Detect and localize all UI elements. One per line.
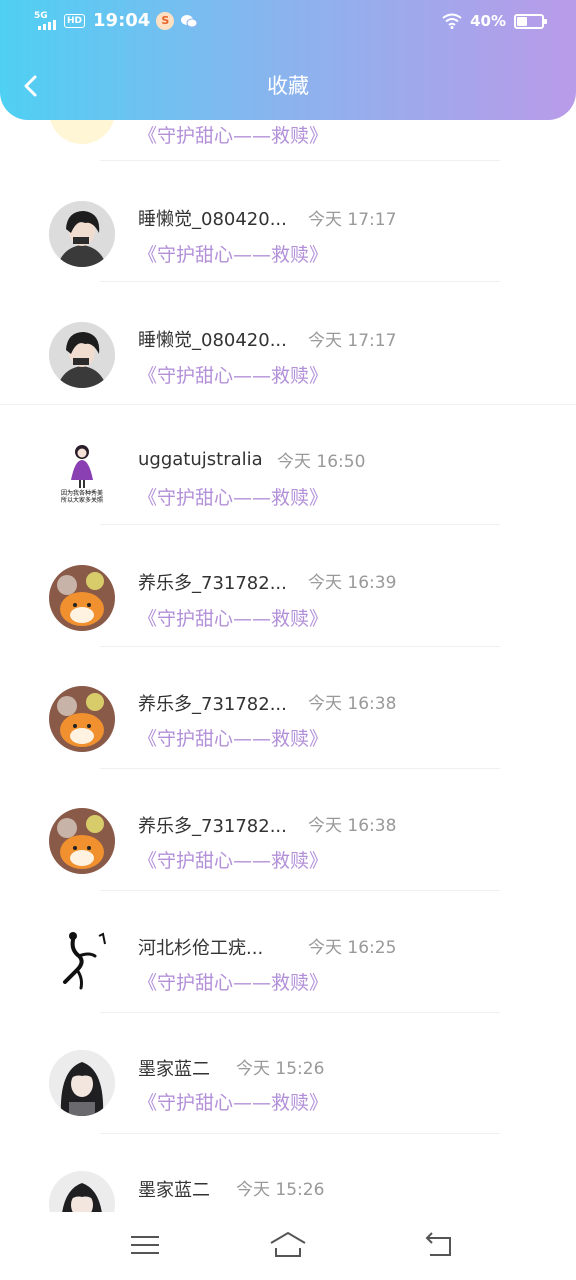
item-time: 今天 16:25 <box>308 938 397 958</box>
item-time: 今天 16:38 <box>308 816 397 836</box>
avatar <box>49 930 115 996</box>
item-username: 睡懒觉_080420... <box>138 209 287 230</box>
item-username: 墨家蓝二 <box>138 1059 210 1080</box>
list-item[interactable]: 墨家蓝二 今天 15:26 <box>0 1134 576 1212</box>
avatar <box>49 1171 115 1212</box>
hd-icon: HD <box>64 13 86 28</box>
list-item[interactable]: 墨家蓝二 今天 15:26 《守护甜心——救赎》 <box>0 1013 576 1134</box>
avatar <box>49 565 115 631</box>
avatar <box>49 1050 115 1116</box>
item-subtitle[interactable]: 《守护甜心——救赎》 <box>138 1088 328 1115</box>
item-subtitle[interactable]: 《守护甜心——救赎》 <box>138 968 328 995</box>
clock: 19:04 <box>93 10 151 31</box>
item-username: 养乐多_731782... <box>138 816 287 837</box>
item-username: 墨家蓝二 <box>138 1180 210 1201</box>
list-item[interactable]: 养乐多_731782... 今天 16:39 《守护甜心——救赎》 <box>0 525 576 647</box>
item-subtitle[interactable]: 《守护甜心——救赎》 <box>138 361 328 388</box>
item-username: 养乐多_731782... <box>138 573 287 594</box>
favorites-list[interactable]: 《守护甜心——救赎》 睡懒觉_080420... 今天 17:17 《守护甜心—… <box>0 0 576 1212</box>
item-time: 今天 17:17 <box>308 331 397 351</box>
app-notification-icon: S <box>156 11 175 30</box>
list-item[interactable]: 睡懒觉_080420... 今天 17:17 《守护甜心——救赎》 <box>0 161 576 282</box>
avatar <box>49 201 115 267</box>
signal-icon: 5G <box>34 11 58 30</box>
wechat-icon <box>181 14 198 27</box>
item-time: 今天 16:38 <box>308 694 397 714</box>
item-time: 今天 17:17 <box>308 210 397 230</box>
item-subtitle[interactable]: 《守护甜心——救赎》 <box>138 604 328 631</box>
system-navigation-bar <box>0 1212 576 1280</box>
item-time: 今天 15:26 <box>236 1180 325 1200</box>
item-username: uggatujstralia <box>138 449 263 470</box>
item-username: 河北杉伧工疣... <box>138 938 264 959</box>
item-time: 今天 16:39 <box>308 573 397 593</box>
avatar: 因为我各种秀美 所以大家多关照 <box>49 440 115 506</box>
app-header: 5G HD 19:04 S 40% 收藏 <box>0 0 576 120</box>
battery-percent: 40% <box>470 12 506 30</box>
item-username: 睡懒觉_080420... <box>138 330 287 351</box>
item-time: 今天 16:50 <box>277 452 366 472</box>
item-subtitle[interactable]: 《守护甜心——救赎》 <box>138 121 328 148</box>
wifi-icon <box>442 13 462 29</box>
list-item[interactable]: 因为我各种秀美 所以大家多关照 uggatujstralia 今天 16:50 … <box>0 404 576 525</box>
item-subtitle[interactable]: 《守护甜心——救赎》 <box>138 724 328 751</box>
list-item[interactable]: 养乐多_731782... 今天 16:38 《守护甜心——救赎》 <box>0 647 576 769</box>
item-subtitle[interactable]: 《守护甜心——救赎》 <box>138 846 328 873</box>
avatar <box>49 322 115 388</box>
menu-icon[interactable] <box>125 1228 165 1262</box>
avatar <box>49 686 115 752</box>
item-subtitle[interactable]: 《守护甜心——救赎》 <box>138 240 328 267</box>
page-title: 收藏 <box>267 74 309 98</box>
return-icon[interactable] <box>420 1228 460 1262</box>
navigation-bar: 收藏 <box>0 56 576 116</box>
list-item[interactable]: 养乐多_731782... 今天 16:38 《守护甜心——救赎》 <box>0 769 576 891</box>
home-icon[interactable] <box>268 1228 308 1262</box>
avatar-caption: 因为我各种秀美 所以大家多关照 <box>60 490 103 504</box>
item-time: 今天 15:26 <box>236 1059 325 1079</box>
item-username: 养乐多_731782... <box>138 694 287 715</box>
avatar <box>49 808 115 874</box>
status-bar: 5G HD 19:04 S 40% <box>0 0 576 44</box>
list-item[interactable]: 河北杉伧工疣... 今天 16:25 《守护甜心——救赎》 <box>0 891 576 1013</box>
item-subtitle[interactable]: 《守护甜心——救赎》 <box>138 483 328 510</box>
list-item[interactable]: 睡懒觉_080420... 今天 17:17 《守护甜心——救赎》 <box>0 282 576 405</box>
battery-icon <box>514 13 547 29</box>
